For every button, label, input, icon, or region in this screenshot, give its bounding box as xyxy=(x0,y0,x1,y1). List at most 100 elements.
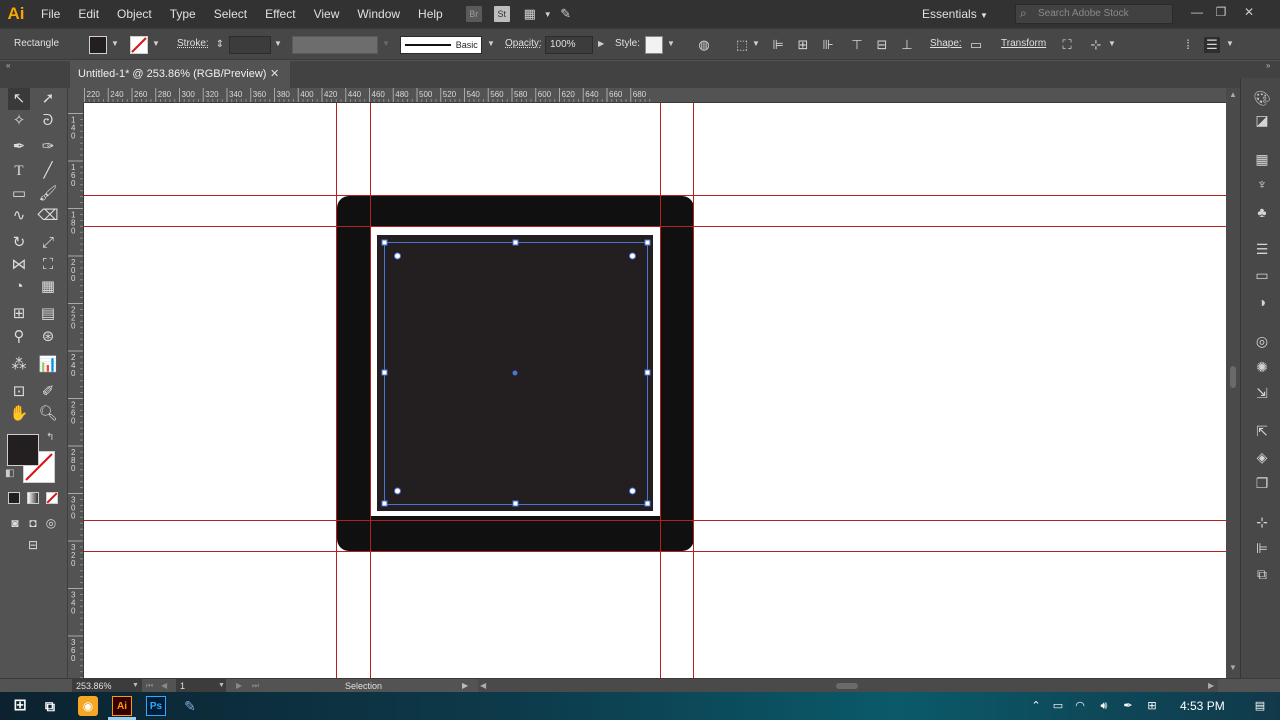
handle-middle-left[interactable] xyxy=(381,369,388,376)
menu-edit[interactable]: Edit xyxy=(69,0,108,28)
arrange-documents-icon[interactable]: ▦ xyxy=(522,6,538,22)
handle-bottom-left[interactable] xyxy=(381,500,388,507)
export-panel-icon[interactable]: ⇱ xyxy=(1253,422,1271,440)
transform-label[interactable]: Transform xyxy=(1001,38,1046,49)
scroll-down-icon[interactable]: ▼ xyxy=(1229,663,1237,672)
column-graph-tool-icon[interactable]: 📊 xyxy=(37,354,59,376)
layers-panel-icon[interactable]: ◈ xyxy=(1253,448,1271,466)
workspace-switcher[interactable]: Essentials ▼ xyxy=(922,4,996,24)
brush-dropdown-icon[interactable]: ▼ xyxy=(487,39,495,48)
align-panel-icon[interactable]: ⊫ xyxy=(1253,539,1271,557)
recolor-artwork-icon[interactable]: ◍ xyxy=(696,37,712,53)
artboards-panel-icon[interactable]: ❐ xyxy=(1253,474,1271,492)
symbol-sprayer-tool-icon[interactable]: ⁂ xyxy=(8,354,30,376)
vertical-scroll-thumb[interactable] xyxy=(1230,366,1236,388)
artboard-tool-icon[interactable]: ⊡ xyxy=(8,381,30,403)
line-segment-tool-icon[interactable]: ╱ xyxy=(37,160,59,182)
graphic-style-swatch[interactable] xyxy=(645,36,663,54)
asset-export-panel-icon[interactable]: ⇲ xyxy=(1253,384,1271,402)
color-guide-panel-icon[interactable]: ◪ xyxy=(1253,111,1271,129)
curvature-tool-icon[interactable]: ✑ xyxy=(37,136,59,158)
eraser-tool-icon[interactable]: ⌫ xyxy=(37,205,59,227)
corner-widget-top-right[interactable] xyxy=(629,252,636,260)
restore-button[interactable]: ❐ xyxy=(1210,2,1232,22)
pen-workspace-icon[interactable]: ✒ xyxy=(1120,698,1136,714)
swatches-panel-icon[interactable]: ▦ xyxy=(1253,150,1271,168)
eyedropper-tool-icon[interactable]: ⚲ xyxy=(8,326,30,348)
horizontal-scrollbar[interactable]: ◀ ▶ xyxy=(478,679,1218,693)
next-artboard-icon[interactable]: ▶ xyxy=(236,679,242,693)
align-horizontal-center-icon[interactable]: ⊞ xyxy=(795,37,811,53)
swap-fill-stroke-icon[interactable]: ↰ xyxy=(46,432,54,443)
ruler-origin[interactable] xyxy=(68,88,84,103)
scroll-right-icon[interactable]: ▶ xyxy=(1208,679,1214,693)
menu-view[interactable]: View xyxy=(305,0,349,28)
show-hidden-icons-icon[interactable]: ⌃ xyxy=(1028,698,1044,714)
scale-tool-icon[interactable]: ⤢ xyxy=(37,232,59,254)
handle-middle-right[interactable] xyxy=(644,369,651,376)
horizontal-ruler[interactable]: 220 240 260 280 300 320 340 360 380 400 420 440 460 4… xyxy=(84,88,1226,103)
rotate-tool-icon[interactable]: ↻ xyxy=(8,232,30,254)
stock-icon[interactable]: St xyxy=(493,6,510,22)
chevron-down-icon[interactable]: ▼ xyxy=(544,10,552,19)
default-fill-stroke-icon[interactable]: ◧ xyxy=(5,468,14,479)
direct-selection-tool-icon[interactable]: ➚ xyxy=(37,88,59,110)
scroll-up-icon[interactable]: ▲ xyxy=(1229,90,1237,99)
align-to-dropdown-icon[interactable]: ▼ xyxy=(752,39,760,48)
lasso-tool-icon[interactable]: ᘒ xyxy=(37,110,59,132)
graphic-styles-panel-icon[interactable]: ✺ xyxy=(1253,358,1271,376)
align-right-icon[interactable]: ⊪ xyxy=(820,37,836,53)
pen-tool-icon[interactable]: ✒ xyxy=(8,136,30,158)
zoom-tool-icon[interactable]: 🔍︎ xyxy=(37,403,59,425)
stroke-dropdown-icon[interactable]: ▼ xyxy=(152,39,160,48)
isolate-object-icon[interactable]: ⛶ xyxy=(1059,37,1075,53)
transparency-panel-icon[interactable]: ◑ xyxy=(1253,293,1271,311)
gradient-panel-icon[interactable]: ▭ xyxy=(1253,266,1271,284)
align-bottom-icon[interactable]: ⊥ xyxy=(899,37,915,53)
magic-wand-tool-icon[interactable]: ✧ xyxy=(8,110,30,132)
fill-swatch[interactable] xyxy=(89,36,107,54)
type-tool-icon[interactable]: T xyxy=(8,160,30,182)
menu-type[interactable]: Type xyxy=(161,0,205,28)
align-top-icon[interactable]: ⊤ xyxy=(849,37,865,53)
panel-menu-dropdown-icon[interactable]: ▼ xyxy=(1226,39,1234,48)
firefox-icon[interactable]: ◉ xyxy=(78,696,98,716)
collapse-dock-icon[interactable]: » xyxy=(1266,61,1270,70)
screen-mode-icon[interactable]: ⊟ xyxy=(22,534,44,556)
last-artboard-icon[interactable]: ⏭ xyxy=(252,679,259,693)
volume-icon[interactable]: 🔊︎ xyxy=(1096,698,1112,714)
pathfinder-panel-icon[interactable]: ⧉ xyxy=(1253,565,1271,583)
fill-dropdown-icon[interactable]: ▼ xyxy=(111,39,119,48)
bridge-icon[interactable]: Br xyxy=(465,6,482,22)
handle-top-left[interactable] xyxy=(381,239,388,246)
stroke-weight-field[interactable] xyxy=(229,36,271,54)
stroke-weight-dropdown-icon[interactable]: ▼ xyxy=(274,39,282,48)
input-language-icon[interactable]: ⊞ xyxy=(1144,698,1160,714)
status-menu-icon[interactable]: ▶ xyxy=(462,679,468,693)
brush-definition-field[interactable]: Basic xyxy=(400,36,482,54)
shape-label[interactable]: Shape: xyxy=(930,38,962,49)
horizontal-scroll-thumb[interactable] xyxy=(836,683,858,689)
network-icon[interactable]: ◠ xyxy=(1072,698,1088,714)
fill-color-swatch-front[interactable] xyxy=(7,434,39,466)
envelope-distort-icon[interactable]: ⊹ xyxy=(1088,37,1104,53)
scroll-left-icon[interactable]: ◀ xyxy=(480,679,486,693)
arrange-panels-icon[interactable]: ⁞ xyxy=(1180,37,1196,53)
windows-start-icon[interactable]: ⊞ xyxy=(10,696,30,716)
illustrator-taskbar-icon[interactable]: Ai xyxy=(112,696,132,716)
perspective-grid-tool-icon[interactable]: ▦ xyxy=(37,276,59,298)
artboard-dropdown-icon[interactable]: ▼ xyxy=(218,679,225,693)
stroke-panel-icon[interactable]: ☰ xyxy=(1253,240,1271,258)
handle-bottom-right[interactable] xyxy=(644,500,651,507)
transform-panel-icon[interactable]: ⊹ xyxy=(1253,513,1271,531)
free-transform-tool-icon[interactable]: ⛶ xyxy=(37,254,59,276)
width-tool-icon[interactable]: ⋈ xyxy=(8,254,30,276)
hand-tool-icon[interactable]: ✋ xyxy=(8,403,30,425)
corner-widget-bottom-left[interactable] xyxy=(394,487,401,495)
panel-menu-icon[interactable]: ☰ xyxy=(1204,37,1220,53)
appearance-panel-icon[interactable]: ◎ xyxy=(1253,332,1271,350)
draw-inside-icon[interactable]: ◎ xyxy=(40,512,62,534)
symbols-panel-icon[interactable]: ♣ xyxy=(1253,203,1271,221)
notifications-icon[interactable]: ▤ xyxy=(1252,698,1268,714)
minimize-button[interactable]: — xyxy=(1186,2,1208,22)
